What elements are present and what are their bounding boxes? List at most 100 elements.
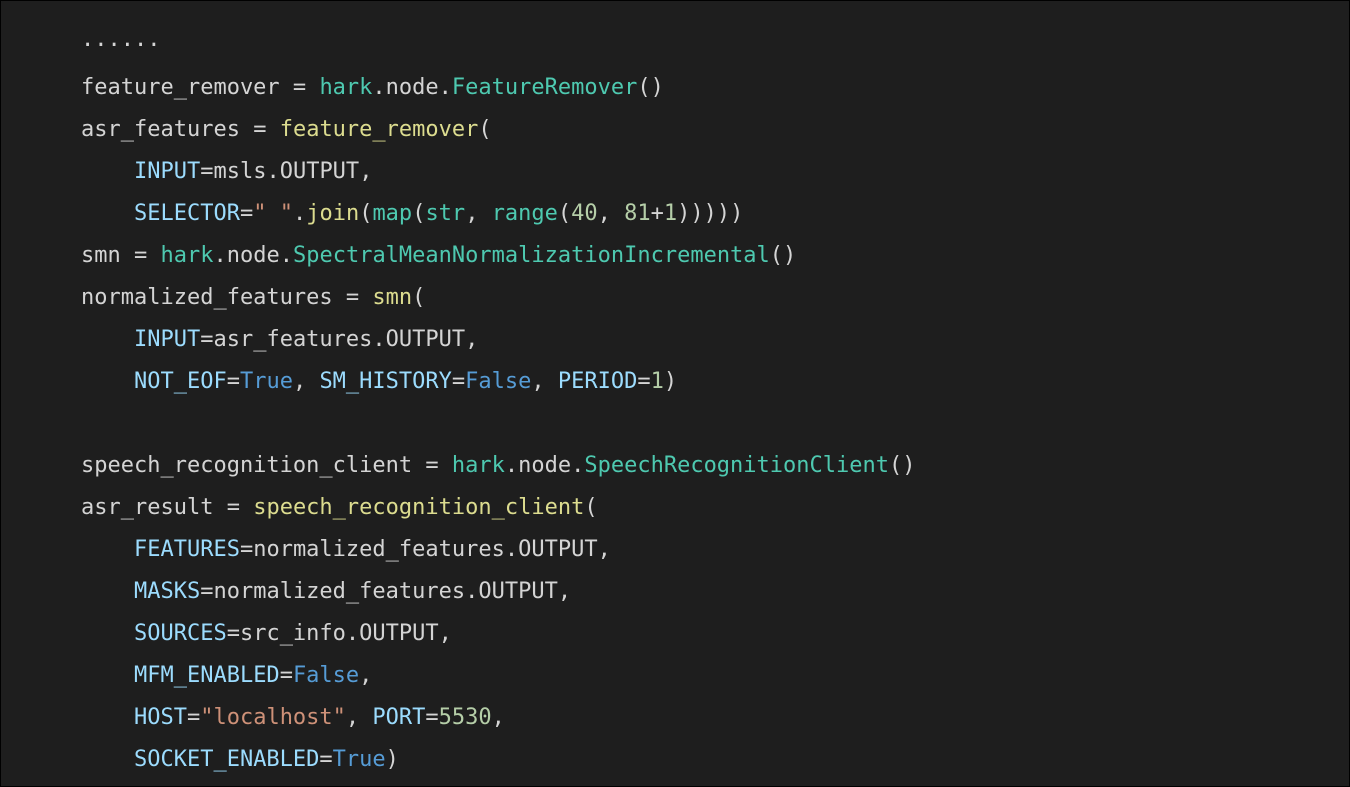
code-text: smn — [372, 285, 412, 310]
code-text: + — [651, 201, 664, 226]
code-text: . — [213, 243, 226, 268]
code-text: SOCKET_ENABLED — [134, 747, 319, 772]
code-text: MASKS — [134, 579, 200, 604]
code-text: smn — [81, 243, 121, 268]
code-text: 1 — [664, 201, 677, 226]
code-text: () — [637, 75, 664, 100]
code-text: "localhost" — [200, 705, 346, 730]
code-text: OUTPUT — [518, 537, 597, 562]
code-text: , — [598, 537, 611, 562]
code-text: feature_remover — [280, 117, 479, 142]
code-text: = — [200, 159, 213, 184]
code-text: = — [319, 747, 332, 772]
code-text: ) — [730, 201, 743, 226]
code-text: = — [412, 453, 452, 478]
code-text: , — [346, 705, 373, 730]
code-text: , — [439, 621, 452, 646]
code-text: False — [293, 663, 359, 688]
code-text: normalized_features — [81, 285, 333, 310]
code-text: . — [505, 453, 518, 478]
code-text: HOST — [134, 705, 187, 730]
code-text: speech_recognition_client — [81, 453, 412, 478]
code-text: 5530 — [439, 705, 492, 730]
code-text: () — [770, 243, 797, 268]
code-text: FeatureRemover — [452, 75, 637, 100]
code-text: ······ — [81, 33, 160, 58]
code-text: INPUT — [134, 159, 200, 184]
code-text: ) — [386, 747, 399, 772]
code-text: SpeechRecognitionClient — [584, 453, 889, 478]
code-text: . — [372, 75, 385, 100]
code-text: . — [266, 159, 279, 184]
code-text: OUTPUT — [359, 621, 438, 646]
code-text: = — [280, 663, 293, 688]
code-text: PERIOD — [558, 369, 637, 394]
code-text: SpectralMeanNormalizationIncremental — [293, 243, 770, 268]
code-text: src_info — [240, 621, 346, 646]
code-text: range — [492, 201, 558, 226]
code-text: SOURCES — [134, 621, 227, 646]
code-text: . — [571, 453, 584, 478]
code-text: = — [200, 579, 213, 604]
code-text: asr_features — [81, 117, 240, 142]
code-text: = — [240, 117, 280, 142]
code-frame: ······ feature_remover = hark.node.Featu… — [0, 0, 1350, 787]
code-text: ( — [412, 201, 425, 226]
code-text: OUTPUT — [280, 159, 359, 184]
code-text: SM_HISTORY — [319, 369, 451, 394]
code-text: ( — [558, 201, 571, 226]
code-text: . — [293, 201, 306, 226]
code-text: , — [531, 369, 558, 394]
code-text: str — [425, 201, 465, 226]
code-text: = — [637, 369, 650, 394]
code-text: hark — [452, 453, 505, 478]
code-text: , — [465, 327, 478, 352]
code-text: , — [558, 579, 571, 604]
code-text: = — [280, 75, 320, 100]
code-text: FEATURES — [134, 537, 240, 562]
code-text: . — [280, 243, 293, 268]
code-text: )))) — [677, 201, 730, 226]
code-text: NOT_EOF — [134, 369, 227, 394]
code-text: = — [213, 495, 253, 520]
code-text: feature_remover — [81, 75, 280, 100]
code-text: ( — [584, 495, 597, 520]
code-text: INPUT — [134, 327, 200, 352]
code-text: , — [359, 159, 372, 184]
code-text: join — [306, 201, 359, 226]
code-block: ······ feature_remover = hark.node.Featu… — [1, 1, 1349, 781]
code-text: node — [227, 243, 280, 268]
code-text: , — [465, 201, 492, 226]
code-text: OUTPUT — [386, 327, 465, 352]
code-text: hark — [161, 243, 214, 268]
code-text: = — [333, 285, 373, 310]
code-text: normalized_features — [253, 537, 505, 562]
code-text: = — [200, 327, 213, 352]
code-text: = — [187, 705, 200, 730]
code-text: = — [227, 369, 240, 394]
code-text: ( — [412, 285, 425, 310]
code-text: = — [227, 621, 240, 646]
code-text: normalized_features — [213, 579, 465, 604]
code-text: = — [452, 369, 465, 394]
code-text: , — [598, 201, 625, 226]
code-text: . — [346, 621, 359, 646]
code-text: 40 — [571, 201, 598, 226]
code-text: hark — [319, 75, 372, 100]
code-text: speech_recognition_client — [253, 495, 584, 520]
code-text: () — [889, 453, 916, 478]
code-text: asr_result — [81, 495, 213, 520]
code-text: True — [333, 747, 386, 772]
code-text: . — [505, 537, 518, 562]
code-text: " " — [253, 201, 293, 226]
code-text: ) — [664, 369, 677, 394]
code-text: = — [121, 243, 161, 268]
code-text: , — [293, 369, 320, 394]
code-text: msls — [213, 159, 266, 184]
code-text: . — [372, 327, 385, 352]
code-text: = — [240, 537, 253, 562]
code-text: node — [386, 75, 439, 100]
code-text: asr_features — [213, 327, 372, 352]
code-text: = — [240, 201, 253, 226]
code-text: OUTPUT — [478, 579, 557, 604]
